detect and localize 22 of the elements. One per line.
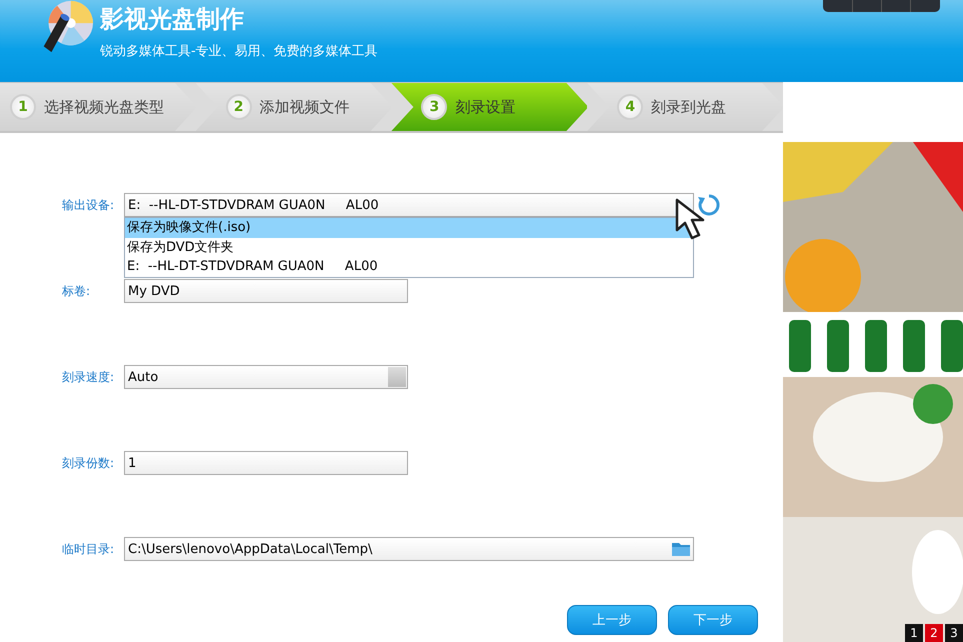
dropdown-option[interactable]: 保存为映像文件(.iso) xyxy=(125,218,693,238)
folder-icon[interactable] xyxy=(671,541,691,557)
field-label: 刻录速度: xyxy=(61,368,116,386)
input-field[interactable]: 1 xyxy=(124,451,408,475)
dropdown-option[interactable]: E: --HL-DT-STDVDRAM GUA0N AL00 xyxy=(125,257,693,276)
dropdown-field[interactable]: E: --HL-DT-STDVDRAM GUA0N AL00 xyxy=(124,193,694,217)
dropdown-field[interactable]: Auto xyxy=(124,365,408,389)
window-control-bar[interactable] xyxy=(823,0,940,12)
page-button[interactable]: 1 xyxy=(905,624,923,642)
refresh-icon[interactable] xyxy=(697,193,721,217)
field-label: 临时目录: xyxy=(61,540,116,558)
input-field[interactable]: My DVD xyxy=(124,279,408,303)
page-button[interactable]: 3 xyxy=(945,624,963,642)
step-tab[interactable]: 3 刻录设置 xyxy=(391,83,588,131)
app-title: 影视光盘制作 xyxy=(100,4,245,34)
field-label: 刻录份数: xyxy=(61,454,116,472)
app-subtitle: 锐动多媒体工具-专业、易用、免费的多媒体工具 xyxy=(100,43,378,60)
page-button[interactable]: 2 xyxy=(925,624,943,642)
dropdown-option[interactable]: 保存为DVD文件夹 xyxy=(125,238,693,257)
field-label: 输出设备: xyxy=(61,196,116,214)
field-label: 标卷: xyxy=(61,282,92,300)
path-field[interactable]: C:\Users\lenovo\AppData\Local\Temp\ xyxy=(124,537,694,561)
